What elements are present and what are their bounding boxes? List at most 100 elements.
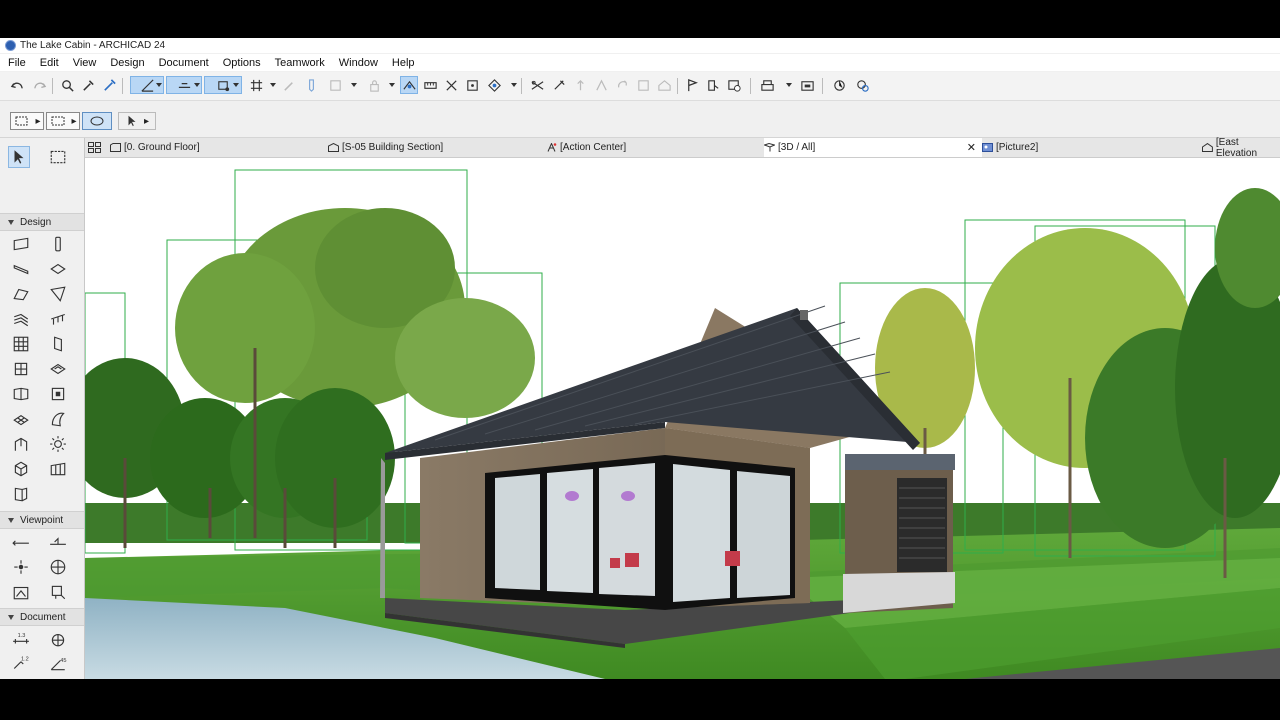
camera-tool-icon[interactable] xyxy=(47,581,69,603)
grid-snap-icon[interactable] xyxy=(247,76,265,94)
rotate-icon[interactable] xyxy=(613,76,631,94)
3d-viewport[interactable] xyxy=(85,158,1280,679)
lock-icon[interactable] xyxy=(365,76,383,94)
toolbar-separator xyxy=(52,78,53,94)
archicad-logo-icon xyxy=(5,40,16,51)
menu-help[interactable]: Help xyxy=(384,57,421,69)
explode-icon[interactable] xyxy=(485,76,503,94)
archicad-window: The Lake Cabin - ARCHICAD 24 File Edit V… xyxy=(0,38,1280,679)
tab-east-elevation[interactable]: [East Elevation xyxy=(1202,137,1280,159)
roof-tool-icon[interactable] xyxy=(10,283,32,305)
lamp-tool-icon[interactable] xyxy=(47,433,69,455)
magic-wand-icon[interactable] xyxy=(280,76,298,94)
window-tool-icon[interactable] xyxy=(10,358,32,380)
redo-icon[interactable] xyxy=(30,76,48,94)
toolbox-section-design[interactable]: Design xyxy=(0,213,84,231)
arrow-tool-icon[interactable] xyxy=(8,146,30,168)
railing-tool-icon[interactable] xyxy=(47,308,69,330)
skylight-tool-icon[interactable] xyxy=(47,358,69,380)
wall-tool-icon[interactable] xyxy=(10,233,32,255)
window-title: The Lake Cabin - ARCHICAD 24 xyxy=(20,40,166,51)
pen-icon[interactable] xyxy=(302,76,320,94)
teamwork-receive-icon[interactable] xyxy=(853,76,871,94)
menu-document[interactable]: Document xyxy=(151,57,215,69)
angle-dimension-tool-icon[interactable]: 45 xyxy=(47,653,69,675)
eyedropper-icon[interactable] xyxy=(79,76,97,94)
object-tool-icon[interactable] xyxy=(10,383,32,405)
morph-tool-icon[interactable] xyxy=(47,408,69,430)
model-display-icon[interactable] xyxy=(798,76,816,94)
intersect-icon[interactable] xyxy=(442,76,460,94)
undo-icon[interactable] xyxy=(8,76,26,94)
home-story-icon[interactable] xyxy=(655,76,673,94)
section-tool-icon[interactable] xyxy=(10,531,32,553)
svg-text:45: 45 xyxy=(60,658,66,664)
tab-list-icon[interactable] xyxy=(88,138,108,157)
stair-tool-icon[interactable] xyxy=(10,308,32,330)
layers-icon[interactable] xyxy=(704,76,722,94)
marquee-shape-button[interactable]: ▸ xyxy=(46,112,80,130)
column-tool-icon[interactable] xyxy=(47,233,69,255)
measure-icon[interactable] xyxy=(421,76,439,94)
toolbox-section-viewpoint[interactable]: Viewpoint xyxy=(0,511,84,529)
toolbox-section-document[interactable]: Document xyxy=(0,608,84,626)
stretch-icon[interactable] xyxy=(592,76,610,94)
worksheet-tool-icon[interactable] xyxy=(47,556,69,578)
interior-elevation-tool-icon[interactable] xyxy=(10,556,32,578)
radial-dimension-tool-icon[interactable] xyxy=(47,628,69,650)
marquee-tool-icon[interactable] xyxy=(47,146,69,168)
arrow-tool-button[interactable]: ▸ xyxy=(118,112,156,130)
adjust-icon[interactable] xyxy=(550,76,568,94)
mesh-tool-icon[interactable] xyxy=(10,408,32,430)
toolbar-separator xyxy=(750,78,751,94)
elevate-icon[interactable] xyxy=(571,76,589,94)
toolbar-separator xyxy=(822,78,823,94)
menu-file[interactable]: File xyxy=(0,57,32,69)
menu-window[interactable]: Window xyxy=(331,57,384,69)
trace-reference-icon[interactable] xyxy=(400,76,418,94)
syringe-icon[interactable] xyxy=(100,76,118,94)
shell-tool-icon[interactable] xyxy=(47,283,69,305)
tab-ground-floor[interactable]: [0. Ground Floor] xyxy=(110,138,328,157)
group-icon[interactable] xyxy=(326,76,344,94)
zone-tool-icon[interactable] xyxy=(47,383,69,405)
split-icon[interactable] xyxy=(528,76,546,94)
level-dimension-tool-icon[interactable]: 1.2 xyxy=(10,653,32,675)
close-tab-icon[interactable]: ✕ xyxy=(967,141,976,154)
info-box: ▸ ▸ ▸ xyxy=(0,101,1280,138)
cube-object-icon[interactable] xyxy=(10,458,32,480)
menu-options[interactable]: Options xyxy=(215,57,267,69)
menu-teamwork[interactable]: Teamwork xyxy=(267,57,331,69)
menu-design[interactable]: Design xyxy=(102,57,150,69)
resize-icon[interactable] xyxy=(634,76,652,94)
detail-tool-icon[interactable] xyxy=(10,581,32,603)
wall-end-tool-icon[interactable] xyxy=(47,458,69,480)
floor-plan-icon xyxy=(110,143,121,152)
3d-scene[interactable] xyxy=(85,158,1280,679)
beam-tool-icon[interactable] xyxy=(10,258,32,280)
dimension-tool-icon[interactable]: 1.3 xyxy=(10,628,32,650)
tab-action-center[interactable]: [Action Center] xyxy=(546,138,764,157)
door-tool-icon[interactable] xyxy=(47,333,69,355)
tab-picture2[interactable]: [Picture2] xyxy=(982,138,1200,157)
elevation-tool-icon[interactable] xyxy=(47,531,69,553)
collapse-icon xyxy=(8,517,14,523)
section-icon xyxy=(328,143,339,152)
slab-tool-icon[interactable] xyxy=(47,258,69,280)
menu-edit[interactable]: Edit xyxy=(32,57,65,69)
orbit-button[interactable] xyxy=(82,112,112,130)
toolbar-separator xyxy=(122,78,123,94)
curtain-wall-tool-icon[interactable] xyxy=(10,333,32,355)
beam-structure-tool-icon[interactable] xyxy=(10,433,32,455)
view-settings-icon[interactable] xyxy=(758,76,776,94)
flag-icon[interactable] xyxy=(683,76,701,94)
trace-icon[interactable] xyxy=(725,76,743,94)
corner-window-tool-icon[interactable] xyxy=(10,483,32,505)
offset-icon[interactable] xyxy=(463,76,481,94)
selection-method-button[interactable]: ▸ xyxy=(10,112,44,130)
menu-view[interactable]: View xyxy=(65,57,103,69)
find-select-icon[interactable] xyxy=(58,76,76,94)
teamwork-send-icon[interactable] xyxy=(830,76,848,94)
tab-building-section[interactable]: [S-05 Building Section] xyxy=(328,138,546,157)
tab-3d-all[interactable]: [3D / All] ✕ xyxy=(764,138,982,157)
